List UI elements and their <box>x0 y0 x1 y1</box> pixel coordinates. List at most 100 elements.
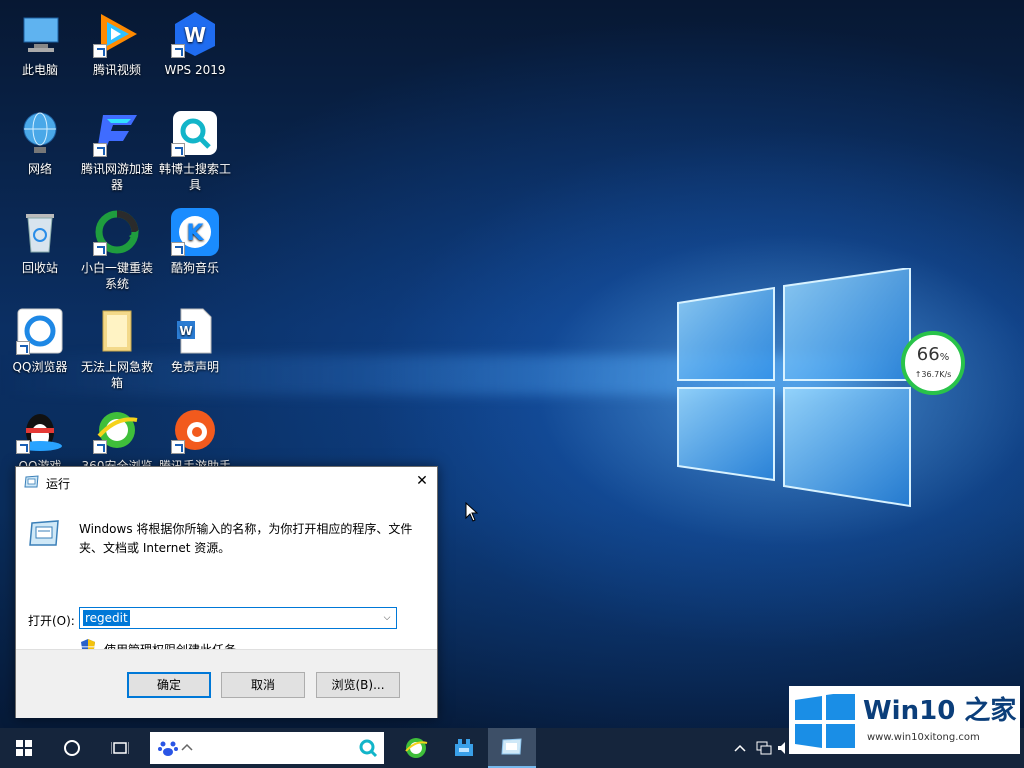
desktop-icon-label: QQ浏览器 <box>12 360 68 374</box>
ok-button[interactable]: 确定 <box>127 672 211 698</box>
watermark-url: www.win10xitong.com <box>867 732 980 743</box>
360-browser-icon <box>93 406 141 454</box>
run-large-icon <box>28 519 62 552</box>
watermark-brand: Win10 之家 <box>863 696 1017 726</box>
desktop-icon-label: 腾讯视频 <box>92 63 141 77</box>
network-tool-icon <box>455 739 473 756</box>
tencent-video-icon <box>93 10 141 58</box>
hanboshi-search-icon <box>171 109 219 157</box>
wps-icon: W <box>171 10 219 58</box>
shortcut-arrow-icon <box>93 242 107 256</box>
close-icon: ✕ <box>416 473 428 489</box>
desktop-icon-tencent-accelerator[interactable]: 腾讯网游加速器 <box>77 109 157 193</box>
desktop-icon-kugou-music[interactable]: K 酷狗音乐 <box>155 208 235 276</box>
desktop-icon-label: 无法上网急救箱 <box>80 360 153 390</box>
qq-penguin-icon <box>16 406 64 454</box>
cortana-circle-icon <box>64 740 80 756</box>
desktop-icon-label: 回收站 <box>21 261 58 275</box>
close-button[interactable]: ✕ <box>407 467 437 497</box>
speaker-icon <box>778 742 785 754</box>
recycle-bin-icon <box>16 208 64 256</box>
svg-text:K: K <box>186 221 204 246</box>
desktop-icon-tencent-video[interactable]: 腾讯视频 <box>77 10 157 78</box>
task-view-icon <box>111 742 129 754</box>
desktop-icon-label: 腾讯网游加速器 <box>80 162 153 192</box>
desktop-icon-network[interactable]: 网络 <box>0 109 80 177</box>
network-globe-icon <box>16 109 64 157</box>
chevron-up-icon <box>734 744 746 752</box>
dialog-title: 运行 <box>46 477 71 491</box>
tencent-game-assistant-icon <box>171 406 219 454</box>
360-browser-icon <box>405 738 428 758</box>
xiaobai-reinstall-icon <box>93 208 141 256</box>
search-tool-icon[interactable] <box>358 738 378 758</box>
mouse-cursor-icon <box>465 502 479 522</box>
chevron-up-icon[interactable] <box>181 743 193 751</box>
desktop-icon-label: 网络 <box>27 162 52 176</box>
desktop-icon-label: 小白一键重装系统 <box>80 261 153 291</box>
tray-overflow-button[interactable] <box>730 728 750 768</box>
start-button[interactable] <box>0 728 48 768</box>
shortcut-arrow-icon <box>171 440 185 454</box>
windows-start-icon <box>16 740 32 756</box>
browse-button[interactable]: 浏览(B)... <box>316 672 400 698</box>
shortcut-arrow-icon <box>171 44 185 58</box>
desktop-icon-this-pc[interactable]: 此电脑 <box>0 10 80 78</box>
tray-network-button[interactable] <box>753 728 775 768</box>
desktop-icon-qq-game[interactable]: QQ游戏 <box>0 406 80 474</box>
desktop-icon-network-rescue[interactable]: 无法上网急救箱 <box>77 307 157 391</box>
shortcut-arrow-icon <box>93 143 107 157</box>
open-combobox[interactable]: regedit ⌵ <box>79 607 397 629</box>
win10-home-watermark: Win10 之家 www.win10xitong.com <box>789 686 1020 754</box>
desktop-icon-label: WPS 2019 <box>164 63 226 77</box>
desktop-icon-hanboshi-search[interactable]: 韩博士搜索工具 <box>155 109 235 193</box>
desktop-icon-label: 韩博士搜索工具 <box>158 162 231 192</box>
svg-text:W: W <box>184 23 206 47</box>
desktop-icon-label: 酷狗音乐 <box>170 261 219 275</box>
desktop-icon-360-browser[interactable]: 360安全浏览 <box>77 406 157 474</box>
dialog-title-bar[interactable]: 运行 ✕ <box>16 467 437 497</box>
tray-volume-button[interactable] <box>776 728 790 768</box>
task-view-button[interactable] <box>96 728 144 768</box>
qq-browser-icon <box>16 307 64 355</box>
desktop-icon-disclaimer[interactable]: W 免责声明 <box>155 307 235 375</box>
computer-icon <box>16 10 64 58</box>
desktop-icon-xiaobai-reinstall[interactable]: 小白一键重装系统 <box>77 208 157 292</box>
run-dialog: 运行 ✕ Windows 将根据你所输入的名称，为你打开相应的程序、文件夹、文档… <box>15 466 438 718</box>
windows-logo-icon <box>795 694 855 748</box>
run-app-icon <box>501 738 522 755</box>
dialog-body: Windows 将根据你所输入的名称，为你打开相应的程序、文件夹、文档或 Int… <box>16 497 437 657</box>
windows-logo-wallpaper <box>677 268 911 508</box>
chevron-down-icon[interactable]: ⌵ <box>380 610 394 626</box>
open-label: 打开(O): <box>28 614 75 628</box>
baidu-paw-icon <box>158 741 178 756</box>
cortana-button[interactable] <box>48 728 96 768</box>
network-usage-percent: 66% <box>916 344 950 365</box>
shortcut-arrow-icon <box>16 440 30 454</box>
taskbar-360-browser[interactable] <box>392 728 440 768</box>
folder-icon <box>93 307 141 355</box>
cancel-button[interactable]: 取消 <box>221 672 305 698</box>
dialog-description: Windows 将根据你所输入的名称，为你打开相应的程序、文件夹、文档或 Int… <box>79 522 413 555</box>
network-upload-speed: ↑36.7K/s <box>914 370 952 379</box>
desktop-icon-wps[interactable]: W WPS 2019 <box>155 10 235 78</box>
desktop-icon-tencent-mobile-game-assistant[interactable]: 腾讯手游助手 <box>155 406 235 474</box>
open-input-value[interactable]: regedit <box>83 610 130 626</box>
run-app-icon <box>24 475 40 492</box>
shortcut-arrow-icon <box>93 440 107 454</box>
network-speed-widget[interactable]: 66% ↑36.7K/s <box>901 331 965 395</box>
word-document-icon: W <box>171 307 219 355</box>
dialog-footer: 确定 取消 浏览(B)... <box>16 649 437 718</box>
shortcut-arrow-icon <box>171 143 185 157</box>
taskbar-app-blue[interactable] <box>440 728 488 768</box>
network-wired-icon <box>756 741 772 755</box>
kugou-music-icon: K <box>171 208 219 256</box>
desktop-icon-recycle-bin[interactable]: 回收站 <box>0 208 80 276</box>
taskbar-run-dialog[interactable] <box>488 728 536 768</box>
shortcut-arrow-icon <box>171 242 185 256</box>
taskbar-search-box[interactable] <box>150 732 384 764</box>
desktop-icon-label: 免责声明 <box>170 360 219 374</box>
desktop-icon-label: 此电脑 <box>21 63 58 77</box>
desktop-icon-qq-browser[interactable]: QQ浏览器 <box>0 307 80 375</box>
svg-text:W: W <box>179 324 192 338</box>
